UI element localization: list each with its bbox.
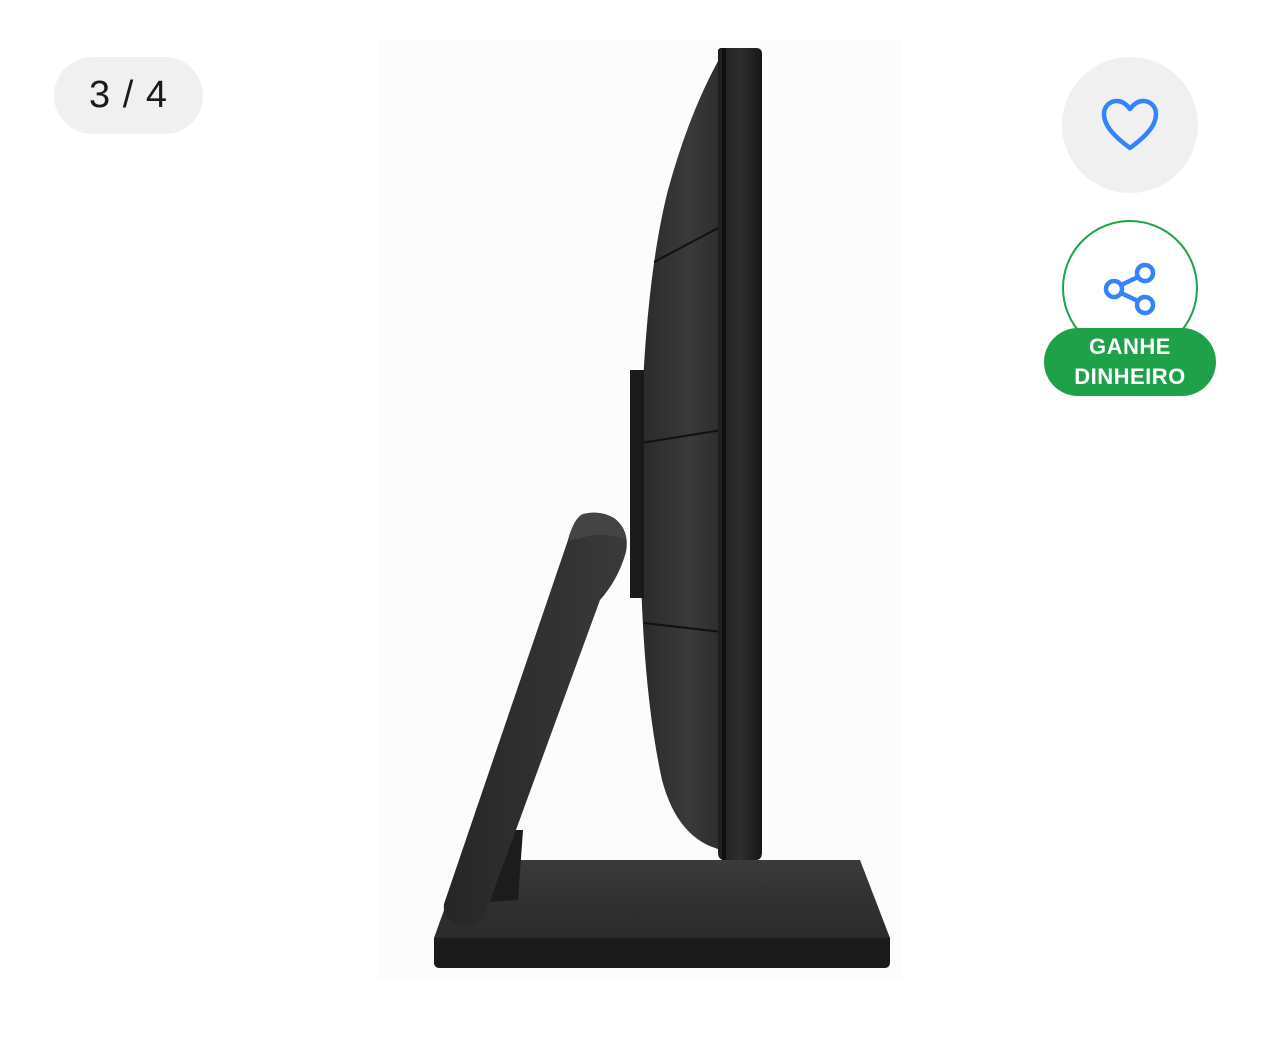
product-gallery: 3 / 4 GANHE DINHEIRO xyxy=(0,0,1280,1048)
image-counter: 3 / 4 xyxy=(54,57,203,134)
share-icon xyxy=(1103,262,1156,316)
share-earn-widget[interactable]: GANHE DINHEIRO xyxy=(1044,220,1216,400)
earn-label-line1: GANHE xyxy=(1089,334,1171,359)
earn-label-line2: DINHEIRO xyxy=(1074,364,1186,389)
product-image-monitor-side-view[interactable] xyxy=(378,40,902,980)
earn-money-badge[interactable]: GANHE DINHEIRO xyxy=(1044,328,1216,396)
heart-icon xyxy=(1101,98,1159,151)
favorite-button[interactable] xyxy=(1062,57,1198,193)
